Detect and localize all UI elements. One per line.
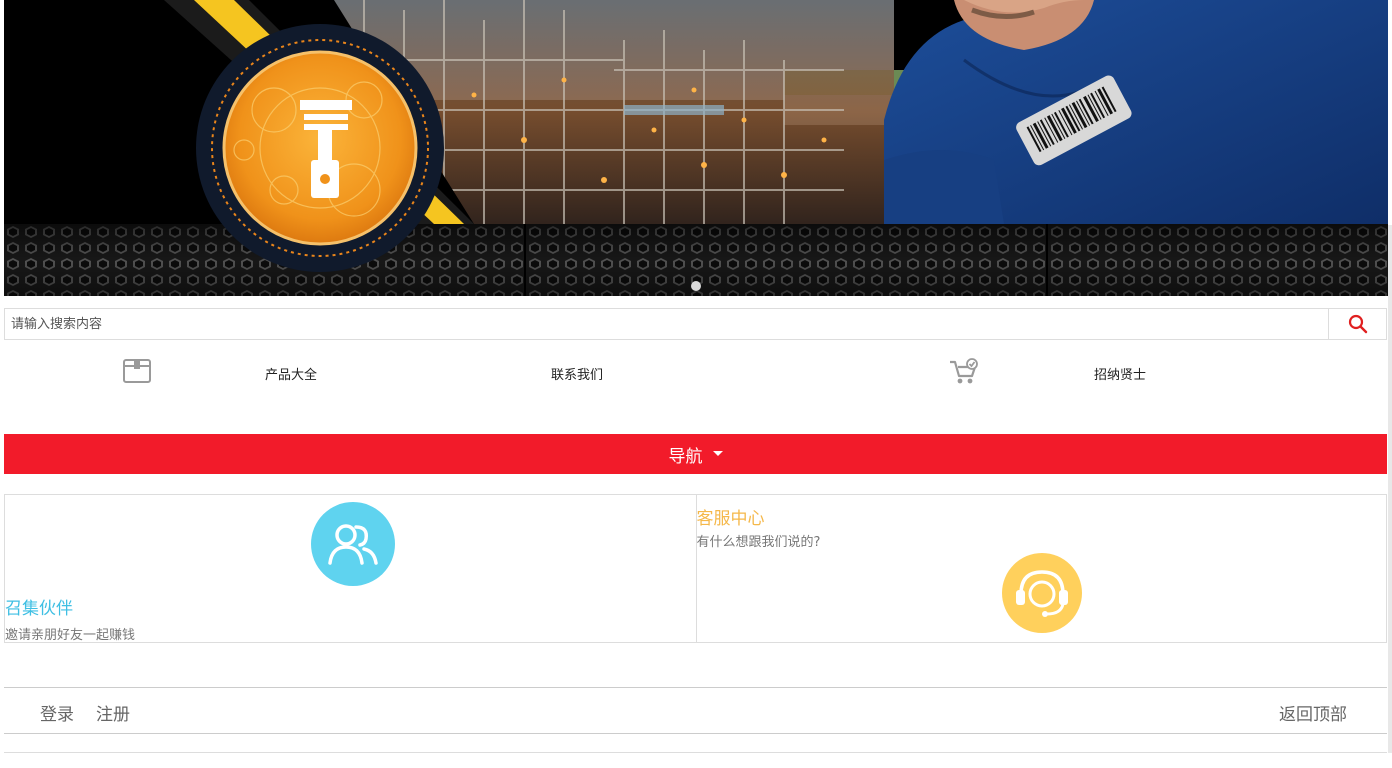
headset-icon [1001, 553, 1082, 633]
card-subtitle: 邀请亲朋好友一起赚钱 [5, 628, 136, 643]
quick-link-contact[interactable]: 联系我们 [551, 364, 603, 383]
scrollbar[interactable] [1388, 225, 1392, 753]
nav-dropdown[interactable]: 导航 [4, 434, 1387, 474]
login-link[interactable]: 登录 [40, 700, 74, 725]
cart-check-icon[interactable] [948, 358, 980, 386]
quick-link-products[interactable]: 产品大全 [265, 364, 317, 383]
quick-link-careers[interactable]: 招纳贤士 [1094, 364, 1146, 383]
page: 产品大全 联系我们 招纳贤士 导航 召集伙伴 邀请亲朋好友一起赚钱 [0, 0, 1392, 768]
caret-down-icon [712, 450, 723, 456]
users-icon [311, 502, 395, 586]
search-icon [1348, 314, 1367, 334]
card-title: 客服中心 [696, 509, 765, 529]
search-bar [4, 308, 1387, 340]
carousel-dot[interactable] [691, 281, 701, 291]
card-title: 召集伙伴 [5, 599, 73, 619]
quick-links: 产品大全 联系我们 招纳贤士 [0, 350, 1392, 400]
search-button[interactable] [1328, 309, 1386, 339]
back-to-top-link[interactable]: 返回顶部 [1279, 700, 1347, 725]
feature-cards: 召集伙伴 邀请亲朋好友一起赚钱 客服中心 有什么想跟我们说的? [4, 494, 1387, 643]
box-icon[interactable] [122, 356, 152, 384]
footer-bar: 登录 注册 返回顶部 [4, 687, 1387, 734]
search-input[interactable] [5, 309, 1328, 339]
banner-carousel[interactable] [4, 0, 1388, 296]
card-subtitle: 有什么想跟我们说的? [696, 535, 821, 550]
nav-label: 导航 [668, 446, 703, 467]
divider [4, 752, 1387, 753]
register-link[interactable]: 注册 [96, 700, 130, 725]
banner-image [4, 0, 1388, 296]
card-service-center[interactable]: 客服中心 有什么想跟我们说的? [695, 495, 1387, 642]
card-partners[interactable]: 召集伙伴 邀请亲朋好友一起赚钱 [5, 495, 696, 643]
